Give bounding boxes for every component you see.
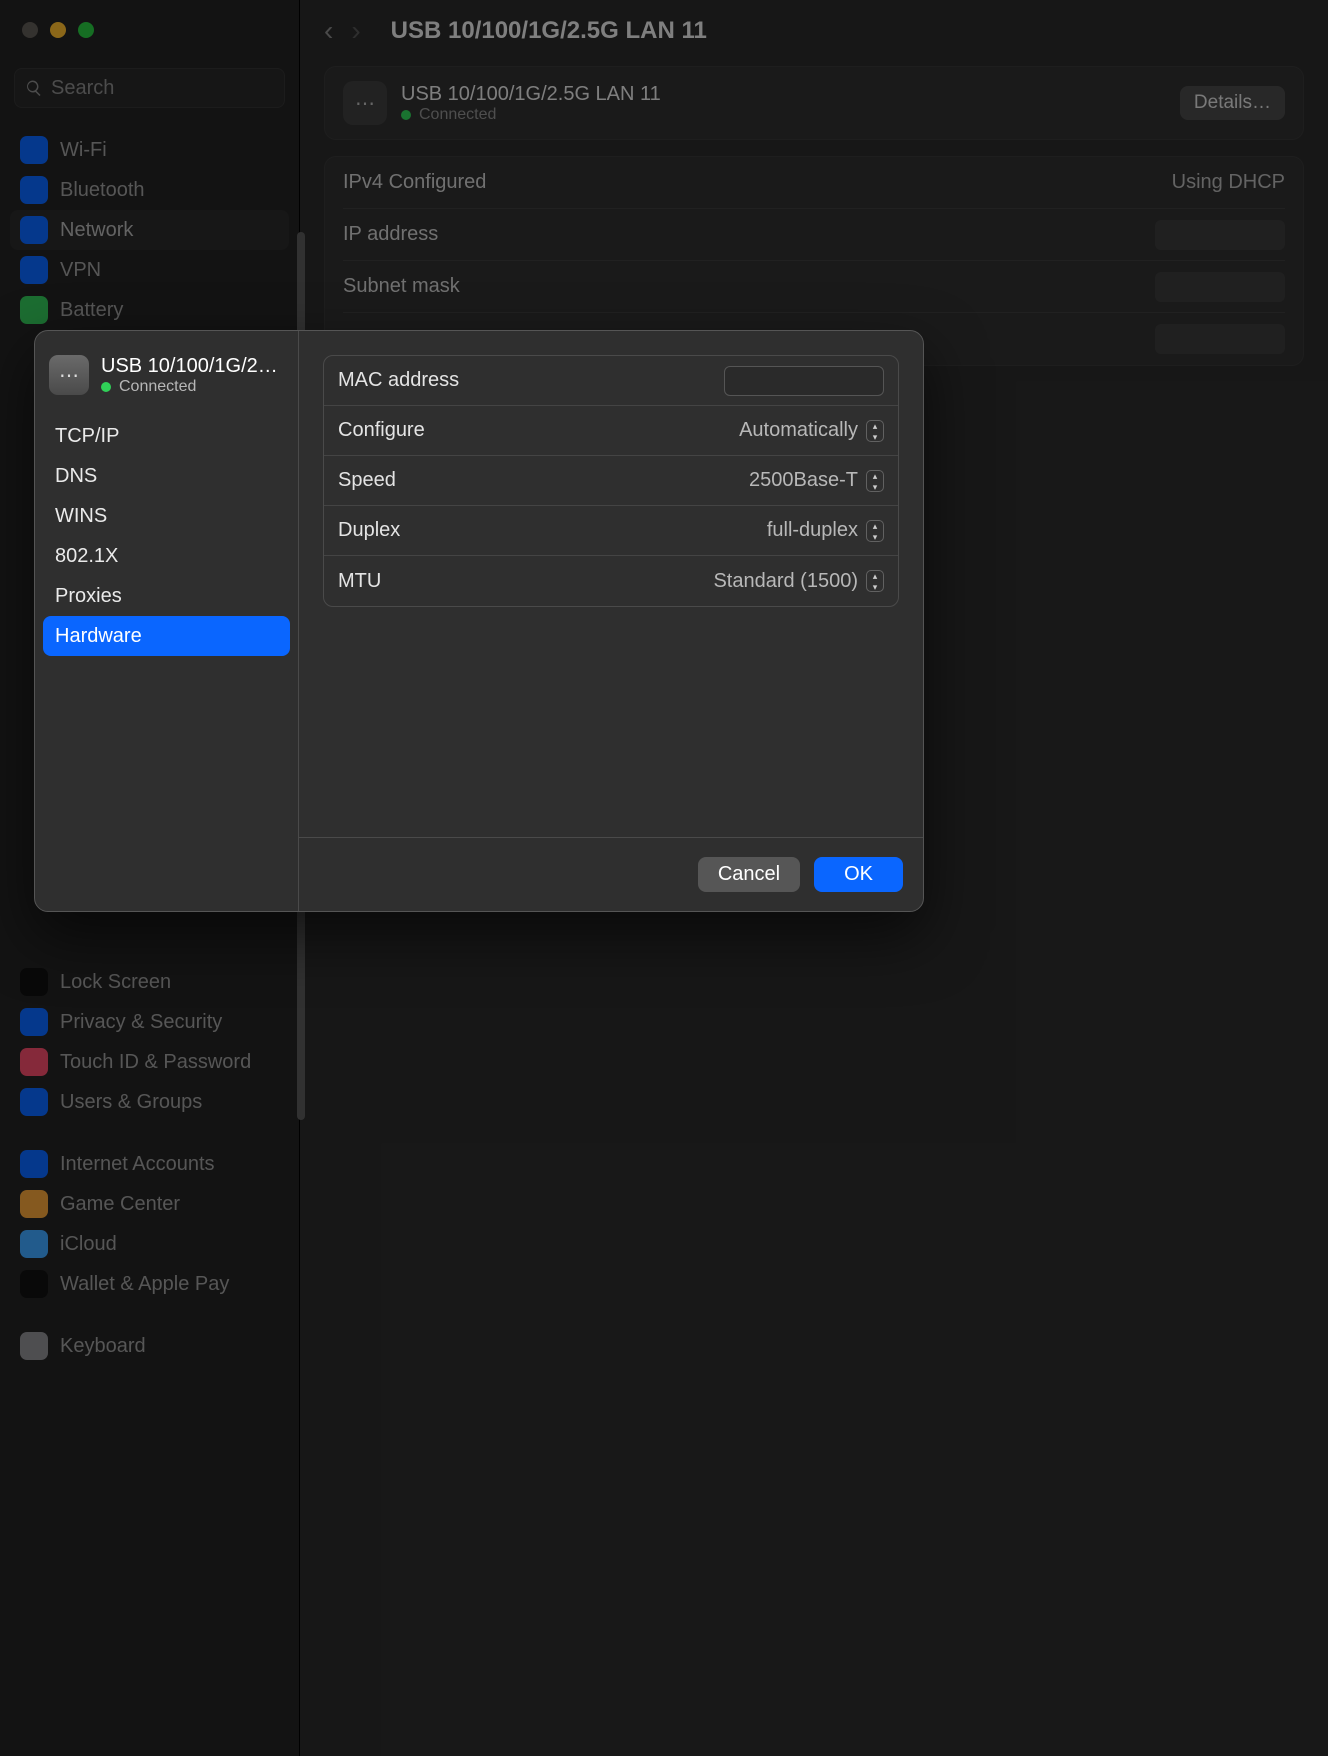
configure-label: Configure xyxy=(338,419,425,442)
sheet-tab-dns[interactable]: DNS xyxy=(43,456,290,496)
sheet-tab-list: TCP/IPDNSWINS802.1XProxiesHardware xyxy=(35,414,298,658)
row-speed[interactable]: Speed 2500Base-T ▴▾ xyxy=(324,456,898,506)
sheet-tab-tcp-ip[interactable]: TCP/IP xyxy=(43,416,290,456)
mtu-stepper[interactable]: ▴▾ xyxy=(866,570,884,592)
mtu-label: MTU xyxy=(338,570,381,593)
row-duplex[interactable]: Duplex full-duplex ▴▾ xyxy=(324,506,898,556)
ethernet-icon: ⋯ xyxy=(49,355,89,395)
sheet-interface-name: USB 10/100/1G/2.5G… xyxy=(101,355,281,378)
sheet-tab-wins[interactable]: WINS xyxy=(43,496,290,536)
cancel-button[interactable]: Cancel xyxy=(698,857,800,892)
ok-button[interactable]: OK xyxy=(814,857,903,892)
configure-stepper[interactable]: ▴▾ xyxy=(866,420,884,442)
mtu-value: Standard (1500) xyxy=(713,570,858,593)
duplex-label: Duplex xyxy=(338,519,400,542)
sheet-interface-status: Connected xyxy=(101,378,281,396)
duplex-stepper[interactable]: ▴▾ xyxy=(866,520,884,542)
sheet-tab-802-1x[interactable]: 802.1X xyxy=(43,536,290,576)
mac-address-label: MAC address xyxy=(338,369,459,392)
speed-stepper[interactable]: ▴▾ xyxy=(866,470,884,492)
status-dot-icon xyxy=(101,382,111,392)
hardware-settings-group: MAC address Configure Automatically ▴▾ S… xyxy=(323,355,899,607)
mac-address-field[interactable] xyxy=(724,366,884,396)
speed-value: 2500Base-T xyxy=(749,469,858,492)
duplex-value: full-duplex xyxy=(767,519,858,542)
speed-label: Speed xyxy=(338,469,396,492)
sheet-tab-hardware[interactable]: Hardware xyxy=(43,616,290,656)
row-mtu[interactable]: MTU Standard (1500) ▴▾ xyxy=(324,556,898,606)
sheet-status-text: Connected xyxy=(119,378,196,396)
sheet-sidebar: ⋯ USB 10/100/1G/2.5G… Connected TCP/IPDN… xyxy=(35,331,299,911)
sheet-main: MAC address Configure Automatically ▴▾ S… xyxy=(299,331,923,911)
sheet-footer: Cancel OK xyxy=(299,837,923,911)
row-mac-address: MAC address xyxy=(324,356,898,406)
configure-value: Automatically xyxy=(739,419,858,442)
sheet-tab-proxies[interactable]: Proxies xyxy=(43,576,290,616)
interface-details-sheet: ⋯ USB 10/100/1G/2.5G… Connected TCP/IPDN… xyxy=(34,330,924,912)
row-configure[interactable]: Configure Automatically ▴▾ xyxy=(324,406,898,456)
